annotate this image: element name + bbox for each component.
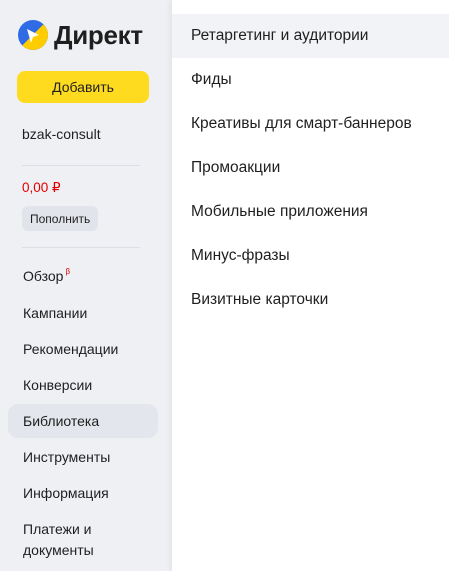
account-name[interactable]: bzak-consult	[22, 126, 101, 142]
app-name: Директ	[54, 20, 143, 50]
submenu-item-label: Креативы для смарт-баннеров	[191, 115, 412, 132]
sidebar-item-recommendations[interactable]: Рекомендации	[8, 332, 158, 366]
sidebar: Директ Добавить bzak-consult 0,00 ₽ Попо…	[0, 0, 172, 571]
submenu-item-label: Минус-фразы	[191, 247, 290, 264]
sidebar-item-label: Информация	[23, 485, 109, 501]
submenu-item-feeds[interactable]: Фиды	[172, 58, 449, 102]
sidebar-item-conversions[interactable]: Конверсии	[8, 368, 158, 402]
sidebar-item-label: Конверсии	[23, 377, 93, 393]
sidebar-item-payments[interactable]: Платежи и документы	[8, 517, 118, 561]
submenu-item-mobile-apps[interactable]: Мобильные приложения	[172, 190, 449, 234]
direct-logo-icon	[18, 20, 48, 50]
divider	[22, 247, 140, 248]
logo[interactable]: Директ	[18, 19, 143, 51]
sidebar-item-campaigns[interactable]: Кампании	[8, 296, 158, 330]
sidebar-item-label: Библиотека	[23, 413, 100, 429]
submenu-item-label: Промоакции	[191, 159, 281, 176]
submenu-item-label: Мобильные приложения	[191, 203, 368, 220]
balance-value: 0,00 ₽	[22, 180, 61, 195]
submenu-item-label: Ретаргетинг и аудитории	[191, 27, 369, 44]
library-submenu: Ретаргетинг и аудитории Фиды Креативы дл…	[172, 0, 449, 571]
topup-button[interactable]: Пополнить	[22, 206, 99, 231]
submenu-item-retargeting[interactable]: Ретаргетинг и аудитории	[172, 14, 449, 58]
submenu-item-promotions[interactable]: Промоакции	[172, 146, 449, 190]
sidebar-item-label: Платежи и документы	[23, 521, 94, 558]
submenu-item-business-cards[interactable]: Визитные карточки	[172, 278, 449, 322]
sidebar-item-label: Инструменты	[23, 449, 111, 465]
divider	[22, 165, 140, 166]
sidebar-item-label: Обзор	[23, 268, 64, 284]
beta-badge: β	[65, 266, 71, 276]
submenu-item-label: Визитные карточки	[191, 291, 329, 308]
sidebar-item-label: Кампании	[23, 305, 88, 321]
add-button[interactable]: Добавить	[17, 71, 149, 103]
sidebar-item-information[interactable]: Информация	[8, 476, 158, 510]
submenu-item-smart-banner-creatives[interactable]: Креативы для смарт-баннеров	[172, 102, 449, 146]
sidebar-item-overview[interactable]: Обзор β	[8, 259, 158, 293]
submenu-item-label: Фиды	[191, 71, 232, 88]
sidebar-item-library[interactable]: Библиотека	[8, 404, 158, 438]
sidebar-item-tools[interactable]: Инструменты	[8, 440, 158, 474]
sidebar-item-label: Рекомендации	[23, 341, 119, 357]
submenu-item-negative-keywords[interactable]: Минус-фразы	[172, 234, 449, 278]
